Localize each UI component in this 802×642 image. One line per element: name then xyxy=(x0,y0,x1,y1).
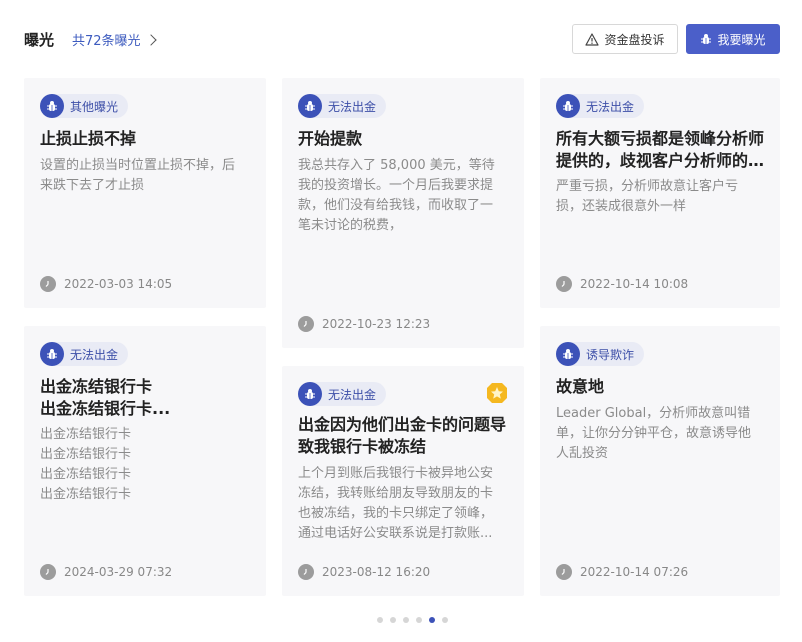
clock-icon xyxy=(40,564,56,580)
clock-icon xyxy=(40,276,56,292)
card-body-line: 冻结，我转账给朋友导致朋友的卡 xyxy=(298,486,494,501)
card-date-text: 2023-08-12 16:20 xyxy=(322,565,431,579)
category-tag: 无法出金 xyxy=(298,382,387,406)
card-body-line: 我的投资增长。一个月后我要求提 xyxy=(298,178,494,193)
exposure-card[interactable]: 无法出金 出金冻结银行卡 出金冻结银行卡... 出金冻结银行卡 出金冻结银行卡 … xyxy=(24,326,266,596)
card-title-line: 所有大额亏损都是领峰分析师 xyxy=(556,129,765,148)
card-date-text: 2024-03-29 07:32 xyxy=(64,565,173,579)
pagination-dot[interactable] xyxy=(429,617,435,623)
page-title: 曝光 xyxy=(24,31,55,49)
gold-star-badge-icon xyxy=(487,383,507,403)
card-body-line: 人乱投资 xyxy=(556,446,609,461)
card-title-line: 出金因为他们出金卡的问题导 xyxy=(298,415,507,434)
exposure-card[interactable]: 无法出金 出金因为他们出金卡的问题导 致我银行卡被冻结 上个月到账后我银行卡被异… xyxy=(282,366,524,596)
category-tag-label: 无法出金 xyxy=(328,387,377,402)
warning-icon xyxy=(585,32,600,46)
clock-icon xyxy=(556,276,572,292)
card-date-text: 2022-03-03 14:05 xyxy=(64,277,173,291)
card-body-line: 款，他们没有给我钱，而收取了一 xyxy=(298,198,494,213)
expose-button-label: 我要曝光 xyxy=(717,32,766,47)
card-body: 严重亏损，分析师故意让客户亏 损，还装成很意外一样 xyxy=(556,177,766,217)
clock-icon xyxy=(556,564,572,580)
clock-icon xyxy=(298,316,314,332)
exposure-card[interactable]: 诱导欺诈 故意地 Leader Global，分析师故意叫错 单，让你分分钟平仓… xyxy=(540,326,780,596)
card-title-line: 致我银行卡被冻结 xyxy=(298,437,427,456)
card-body-line: 出金冻结银行卡 xyxy=(40,427,132,442)
card-date: 2022-10-23 12:23 xyxy=(298,316,430,332)
pagination-dot[interactable] xyxy=(403,617,409,623)
category-tag: 其他曝光 xyxy=(40,94,129,118)
expose-button[interactable]: 我要曝光 xyxy=(686,24,780,54)
page-header: 曝光 共72条曝光 资金盘投诉 我要曝光 xyxy=(0,0,802,78)
card-body-line: 严重亏损，分析师故意让客户亏 xyxy=(556,179,739,194)
card-body-line: 出金冻结银行卡 xyxy=(40,447,132,462)
card-body: 上个月到账后我银行卡被异地公安 冻结，我转账给朋友导致朋友的卡 也被冻结，我的卡… xyxy=(298,464,510,544)
card-title: 出金因为他们出金卡的问题导 致我银行卡被冻结 xyxy=(298,414,510,458)
card-date: 2022-03-03 14:05 xyxy=(40,276,172,292)
category-tag-label: 无法出金 xyxy=(328,99,377,114)
card-date-text: 2022-10-23 12:23 xyxy=(322,317,431,331)
card-date: 2022-10-14 10:08 xyxy=(556,276,688,292)
category-tag: 诱导欺诈 xyxy=(556,342,645,366)
pagination-dot[interactable] xyxy=(416,617,422,623)
card-body-line: 单，让你分分钟平仓，故意诱导他 xyxy=(556,426,752,441)
card-body-line: 上个月到账后我银行卡被异地公安 xyxy=(298,466,494,481)
fund-complaint-button[interactable]: 资金盘投诉 xyxy=(572,24,678,54)
category-tag-label: 无法出金 xyxy=(70,347,119,362)
card-title: 止损止损不掉 xyxy=(40,129,137,148)
card-title: 故意地 xyxy=(556,377,605,396)
card-body: 我总共存入了 58,000 美元，等待 我的投资增长。一个月后我要求提 款，他们… xyxy=(298,156,510,236)
bug-icon xyxy=(298,94,322,118)
card-body: 出金冻结银行卡 出金冻结银行卡 出金冻结银行卡 出金冻结银行卡 xyxy=(40,425,252,505)
card-date-text: 2022-10-14 07:26 xyxy=(580,565,689,579)
card-body-line: 通过电话好公安联系说是打款账... xyxy=(298,526,493,541)
category-tag: 无法出金 xyxy=(298,94,387,118)
exposure-card[interactable]: 无法出金 开始提款 我总共存入了 58,000 美元，等待 我的投资增长。一个月… xyxy=(282,78,524,348)
exposure-card[interactable]: 无法出金 所有大额亏损都是领峰分析师 提供的，歧视客户分析师的... 严重亏损，… xyxy=(540,78,780,308)
exposure-count-label: 共72条曝光 xyxy=(72,34,141,49)
fund-complaint-label: 资金盘投诉 xyxy=(604,32,665,47)
card-title: 出金冻结银行卡 出金冻结银行卡... xyxy=(40,376,252,420)
exposure-count-link[interactable]: 共72条曝光 xyxy=(72,30,157,49)
card-body: 设置的止损当时位置止损不掉，后 来跌下去了才止损 xyxy=(40,156,252,196)
card-date: 2024-03-29 07:32 xyxy=(40,564,172,580)
pagination-dot[interactable] xyxy=(442,617,448,623)
card-body-line: 设置的止损当时位置止损不掉，后 xyxy=(40,158,236,173)
card-date: 2022-10-14 07:26 xyxy=(556,564,688,580)
category-tag-label: 其他曝光 xyxy=(70,99,119,114)
card-body: Leader Global，分析师故意叫错 单，让你分分钟平仓，故意诱导他 人乱… xyxy=(556,404,766,464)
card-body-line: 我总共存入了 58,000 美元，等待 xyxy=(298,158,495,173)
category-tag: 无法出金 xyxy=(556,94,645,118)
card-title-line: 出金冻结银行卡 xyxy=(40,377,153,396)
card-date: 2023-08-12 16:20 xyxy=(298,564,430,580)
pagination-dot[interactable] xyxy=(390,617,396,623)
card-body-line: 损，还装成很意外一样 xyxy=(556,199,687,214)
card-body-line: 出金冻结银行卡 xyxy=(40,467,132,482)
card-body-line: 笔未讨论的税费， xyxy=(298,218,403,233)
bug-icon xyxy=(298,382,322,406)
bug-icon xyxy=(40,342,64,366)
pagination-dot[interactable] xyxy=(377,617,383,623)
bug-icon xyxy=(40,94,64,118)
card-body-line: Leader Global，分析师故意叫错 xyxy=(556,406,751,421)
bug-icon xyxy=(556,94,580,118)
chevron-right-icon xyxy=(144,33,157,46)
category-tag-label: 诱导欺诈 xyxy=(586,347,635,362)
card-title-line: 提供的，歧视客户分析师的... xyxy=(556,151,766,170)
card-title: 开始提款 xyxy=(298,129,363,148)
bug-icon xyxy=(701,33,712,44)
card-date-text: 2022-10-14 10:08 xyxy=(580,277,689,291)
carousel-pagination xyxy=(377,617,448,623)
category-tag: 无法出金 xyxy=(40,342,129,366)
card-title-line: 出金冻结银行卡... xyxy=(40,399,171,418)
category-tag-label: 无法出金 xyxy=(586,99,635,114)
bug-icon xyxy=(556,342,580,366)
card-body-line: 也被冻结，我的卡只绑定了领峰， xyxy=(298,506,494,521)
card-body-line: 出金冻结银行卡 xyxy=(40,487,132,502)
exposure-card[interactable]: 其他曝光 止损止损不掉 设置的止损当时位置止损不掉，后 来跌下去了才止损 202… xyxy=(24,78,266,308)
card-title: 所有大额亏损都是领峰分析师 提供的，歧视客户分析师的... xyxy=(556,128,766,172)
clock-icon xyxy=(298,564,314,580)
card-body-line: 来跌下去了才止损 xyxy=(40,178,145,193)
